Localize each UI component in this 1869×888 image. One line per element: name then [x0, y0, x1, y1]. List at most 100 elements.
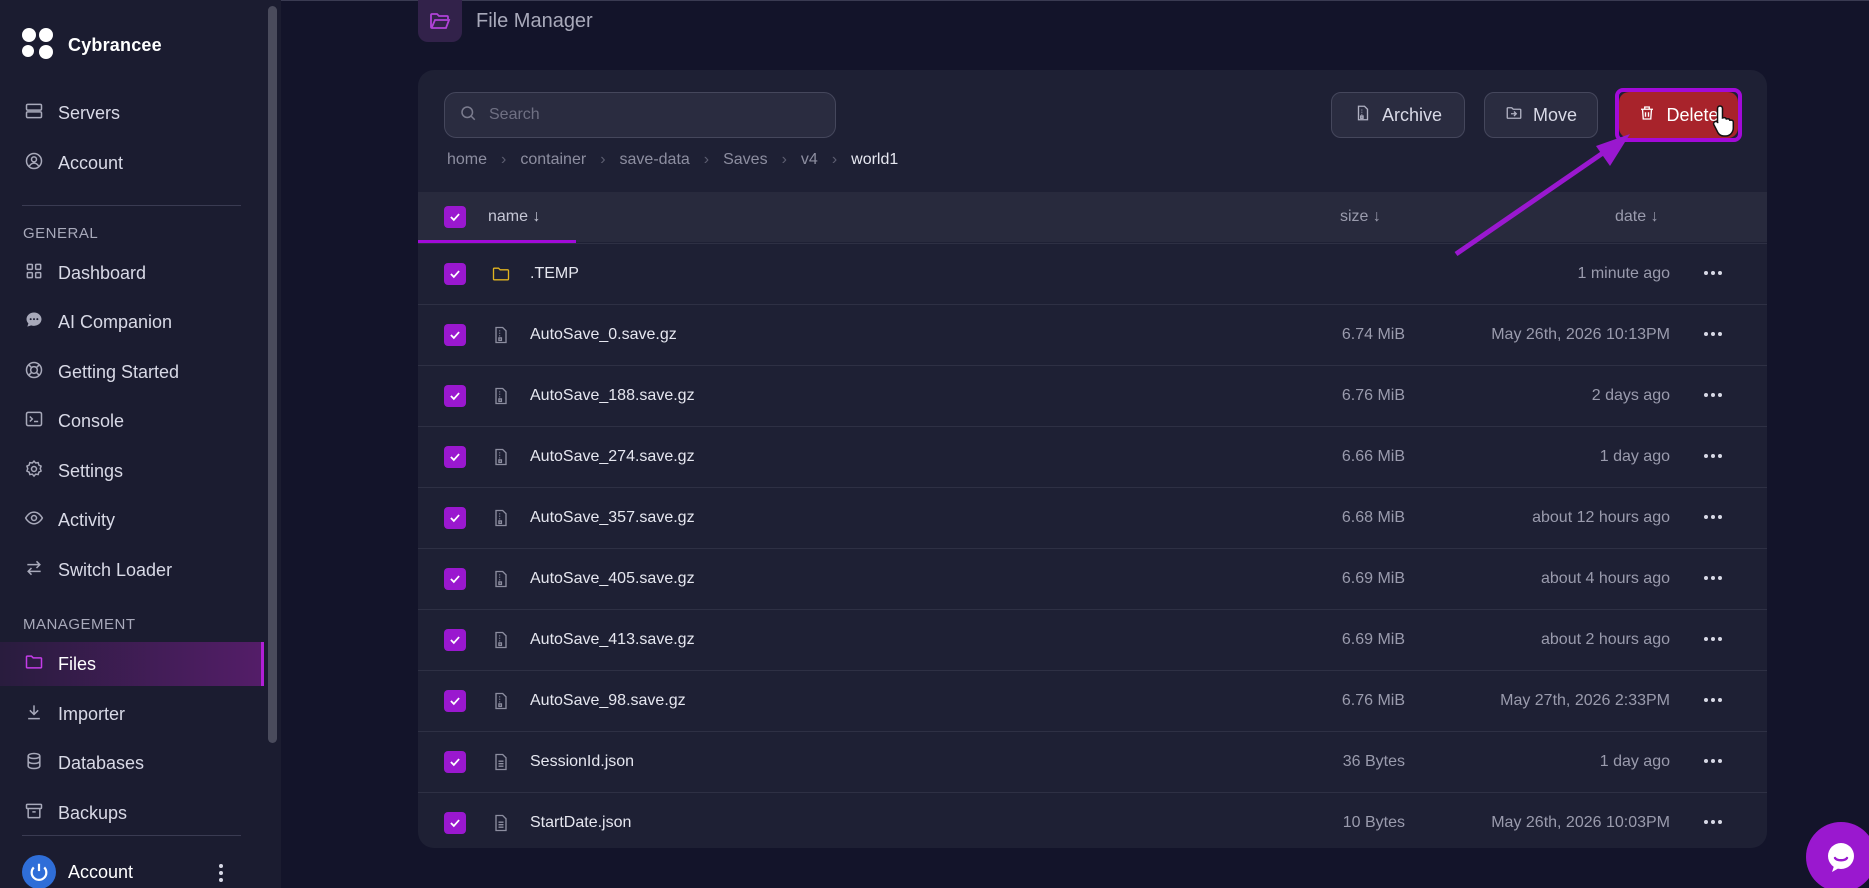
sidebar-item-label: Importer [58, 703, 126, 724]
row-checkbox[interactable] [444, 385, 466, 407]
brand-logo-icon [22, 28, 56, 62]
file-name[interactable]: AutoSave_413.save.gz [530, 631, 695, 649]
row-checkbox[interactable] [444, 507, 466, 529]
file-date: May 27th, 2026 2:33PM [1500, 692, 1670, 709]
sidebar-item-getting-started[interactable]: Getting Started [0, 350, 264, 394]
more-options-icon[interactable] [1704, 332, 1722, 338]
file-text-icon [491, 813, 511, 833]
column-header-name[interactable]: name ↓ [488, 208, 540, 226]
table-row[interactable]: AutoSave_357.save.gz 6.68 MiB about 12 hou… [418, 487, 1767, 548]
file-archive-icon [491, 386, 511, 406]
file-text-icon [491, 752, 511, 772]
row-checkbox[interactable] [444, 263, 466, 285]
sidebar-item-servers[interactable]: Servers [0, 91, 264, 135]
sidebar-item-settings[interactable]: Settings [0, 449, 264, 493]
more-options-icon[interactable] [1704, 393, 1722, 399]
database-icon [24, 751, 44, 776]
more-options-icon[interactable] [1704, 454, 1722, 460]
file-name[interactable]: AutoSave_0.save.gz [530, 326, 677, 344]
more-options-icon[interactable] [1704, 576, 1722, 582]
chevron-right-icon: › [831, 151, 838, 168]
eye-icon [24, 508, 44, 533]
archive-button-label: Archive [1381, 104, 1443, 125]
sidebar-item-activity[interactable]: Activity [0, 498, 264, 542]
sidebar-item-files[interactable]: Files [0, 642, 264, 686]
table-row[interactable]: StartDate.json 10 Bytes May 26th, 2026 10:… [418, 792, 1767, 853]
more-options-icon[interactable] [1704, 820, 1722, 826]
file-name[interactable]: AutoSave_274.save.gz [530, 448, 695, 466]
file-archive-icon [1354, 104, 1372, 127]
sidebar-item-account[interactable]: Account [0, 141, 264, 185]
column-header-size[interactable]: size ↓ [1340, 208, 1381, 226]
table-row[interactable]: AutoSave_0.save.gz 6.74 MiB May 26th, 2026… [418, 304, 1767, 365]
sidebar-item-console[interactable]: Console [0, 399, 264, 443]
check-icon [450, 514, 460, 523]
row-checkbox[interactable] [444, 568, 466, 590]
sidebar-item-label: Account [58, 152, 124, 173]
more-options-icon[interactable] [1704, 271, 1722, 277]
select-all-checkbox[interactable] [444, 206, 466, 228]
sidebar-item-dashboard[interactable]: Dashboard [0, 251, 264, 295]
sidebar-item-databases[interactable]: Databases [0, 741, 264, 785]
table-row[interactable]: SessionId.json 36 Bytes 1 day ago [418, 731, 1767, 792]
breadcrumb: home › container › save-data › Saves › v… [447, 151, 898, 169]
breadcrumb-item[interactable]: Saves [723, 151, 767, 169]
table-row[interactable]: AutoSave_405.save.gz 6.69 MiB about 4 hour… [418, 548, 1767, 609]
file-name[interactable]: StartDate.json [530, 814, 631, 832]
brand[interactable]: Cybrancee [22, 28, 162, 62]
more-options-icon[interactable] [1704, 698, 1722, 704]
check-icon [450, 819, 460, 828]
sidebar-item-label: Console [58, 410, 125, 431]
table-row[interactable]: AutoSave_413.save.gz 6.69 MiB about 2 hour… [418, 609, 1767, 670]
search-input[interactable] [489, 106, 809, 124]
file-name[interactable]: .TEMP [530, 265, 579, 283]
more-options-icon[interactable] [1704, 759, 1722, 765]
more-options-icon[interactable] [1704, 637, 1722, 643]
server-icon [24, 101, 44, 126]
row-checkbox[interactable] [444, 446, 466, 468]
download-icon [24, 702, 44, 727]
row-checkbox[interactable] [444, 690, 466, 712]
sidebar-item-label: Databases [58, 752, 145, 773]
table-row[interactable]: AutoSave_98.save.gz 6.76 MiB May 27th, 202… [418, 670, 1767, 731]
breadcrumb-item[interactable]: home [447, 151, 487, 169]
sidebar-item-label: Switch Loader [58, 559, 173, 580]
sidebar-item-label: Settings [58, 460, 124, 481]
file-archive-icon [491, 325, 511, 345]
sidebar-item-switch-loader[interactable]: Switch Loader [0, 548, 264, 592]
folder-icon [491, 264, 511, 284]
file-name[interactable]: AutoSave_405.save.gz [530, 570, 695, 588]
more-options-icon[interactable] [1704, 515, 1722, 521]
file-date: about 4 hours ago [1541, 570, 1670, 587]
breadcrumb-item[interactable]: v4 [801, 151, 818, 169]
grid-icon [24, 261, 44, 286]
check-icon [450, 392, 460, 401]
file-name[interactable]: SessionId.json [530, 753, 634, 771]
account-menu[interactable]: Account [22, 855, 133, 888]
chat-widget-button[interactable] [1806, 822, 1869, 888]
avatar [22, 855, 56, 888]
file-date: May 26th, 2026 10:13PM [1491, 326, 1670, 343]
sidebar-item-importer[interactable]: Importer [0, 692, 264, 736]
file-name[interactable]: AutoSave_98.save.gz [530, 692, 686, 710]
file-size: 6.69 MiB [1341, 570, 1405, 587]
sidebar-scrollbar-thumb[interactable] [268, 6, 277, 743]
breadcrumb-item[interactable]: save-data [620, 151, 690, 169]
kebab-menu-icon[interactable] [216, 864, 226, 886]
file-date: about 12 hours ago [1532, 509, 1670, 526]
row-checkbox[interactable] [444, 324, 466, 346]
file-name[interactable]: AutoSave_357.save.gz [530, 509, 695, 527]
search-box[interactable] [444, 92, 836, 138]
file-size: 6.76 MiB [1341, 387, 1405, 404]
file-date: 1 day ago [1599, 753, 1670, 770]
breadcrumb-item[interactable]: container [520, 151, 586, 169]
row-checkbox[interactable] [444, 812, 466, 834]
sidebar-item-ai-companion[interactable]: AI Companion [0, 300, 264, 344]
sidebar-item-backups[interactable]: Backups [0, 791, 264, 835]
file-name[interactable]: AutoSave_188.save.gz [530, 387, 695, 405]
row-checkbox[interactable] [444, 629, 466, 651]
row-checkbox[interactable] [444, 751, 466, 773]
sidebar-divider [22, 835, 241, 836]
table-row[interactable]: AutoSave_188.save.gz 6.76 MiB 2 days ago [418, 365, 1767, 426]
table-row[interactable]: AutoSave_274.save.gz 6.66 MiB 1 day ago [418, 426, 1767, 487]
